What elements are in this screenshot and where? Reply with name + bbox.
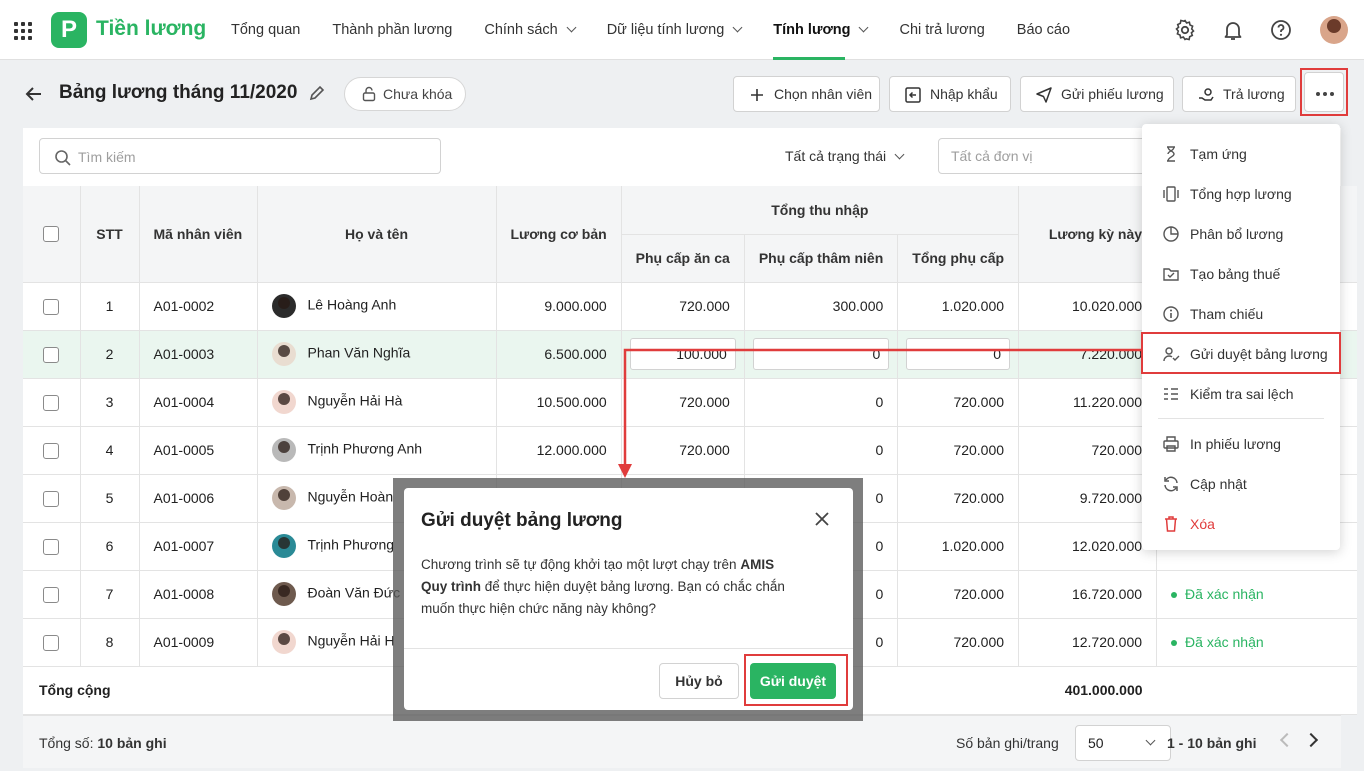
send-approval-dialog: Gửi duyệt bảng lương Chương trình sẽ tự … (404, 488, 853, 710)
dialog-message: Chương trình sẽ tự động khởi tạo một lượ… (421, 554, 801, 620)
dialog-title: Gửi duyệt bảng lương (421, 510, 623, 531)
cancel-button[interactable]: Hủy bỏ (659, 663, 739, 699)
close-icon[interactable] (814, 511, 830, 527)
dialog-divider (404, 648, 853, 649)
send-approval-button[interactable]: Gửi duyệt (750, 663, 836, 699)
dialog-message-part: Chương trình sẽ tự động khởi tạo một lượ… (421, 557, 741, 572)
